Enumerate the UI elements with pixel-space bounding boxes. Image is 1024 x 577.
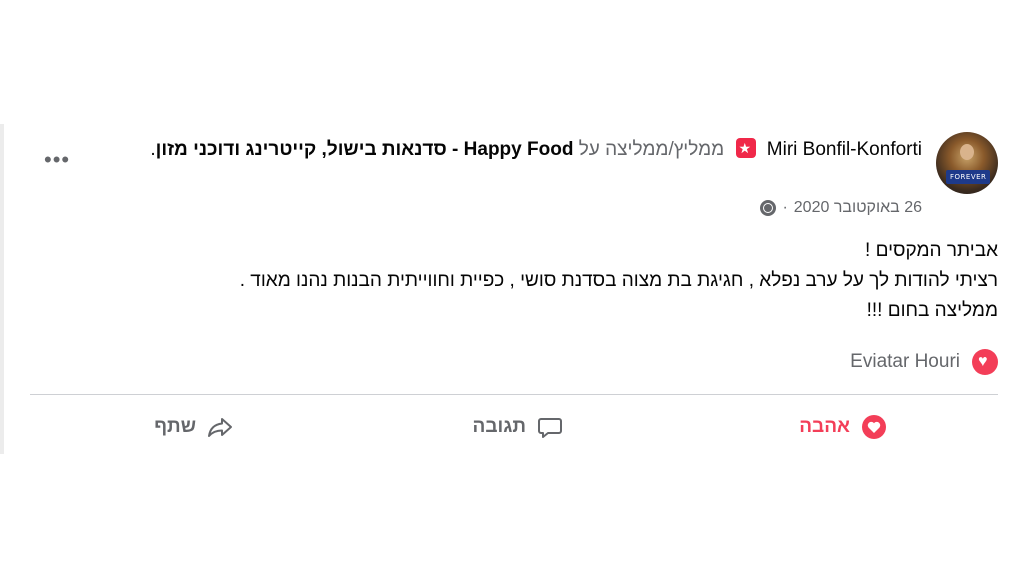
recommends-text: ממליץ/ממליצה על <box>578 139 725 160</box>
author-name[interactable]: Miri Bonfil-Konforti <box>767 139 922 160</box>
share-arrow-icon <box>208 418 232 437</box>
heart-icon <box>862 415 886 439</box>
page-name-link[interactable]: Happy Food - סדנאות בישול, קייטרינג ודוכ… <box>156 139 574 160</box>
meta-separator: · <box>782 199 788 216</box>
love-button[interactable]: אהבה <box>799 413 888 441</box>
love-label: אהבה <box>799 416 850 437</box>
share-label: שתף <box>154 416 196 437</box>
post-body: אביתר המקסים ! רציתי להודות לך על ערב נפ… <box>38 236 998 326</box>
body-line: רציתי להודות לך על ערב נפלא , חגיגת בת מ… <box>239 270 998 291</box>
love-reaction-icon <box>972 349 998 375</box>
reactions-summary[interactable]: Eviatar Houri <box>850 349 998 375</box>
more-options-icon[interactable]: ••• <box>44 149 70 171</box>
body-line: אביתר המקסים ! <box>865 240 998 261</box>
share-button[interactable]: שתף <box>154 413 234 441</box>
body-line: ממליצה בחום !!! <box>866 300 998 321</box>
comment-button[interactable]: תגובה <box>473 413 564 441</box>
divider <box>30 394 998 395</box>
avatar-figure <box>960 144 974 160</box>
card-left-border <box>0 124 4 454</box>
avatar-banner-text: FOREVER <box>950 173 987 181</box>
author-avatar[interactable]: FOREVER <box>936 132 998 194</box>
reactor-name[interactable]: Eviatar Houri <box>850 351 960 373</box>
comment-bubble-icon <box>538 418 562 438</box>
post-meta: 26 באוקטובר 2020 · <box>760 199 922 217</box>
globe-icon[interactable] <box>760 200 777 216</box>
comment-label: תגובה <box>472 416 526 437</box>
recommend-star-icon <box>735 138 756 158</box>
post-date[interactable]: 26 באוקטובר 2020 <box>794 199 922 217</box>
post-header: Miri Bonfil-Konforti ממליץ/ממליצה על Hap… <box>102 134 922 165</box>
